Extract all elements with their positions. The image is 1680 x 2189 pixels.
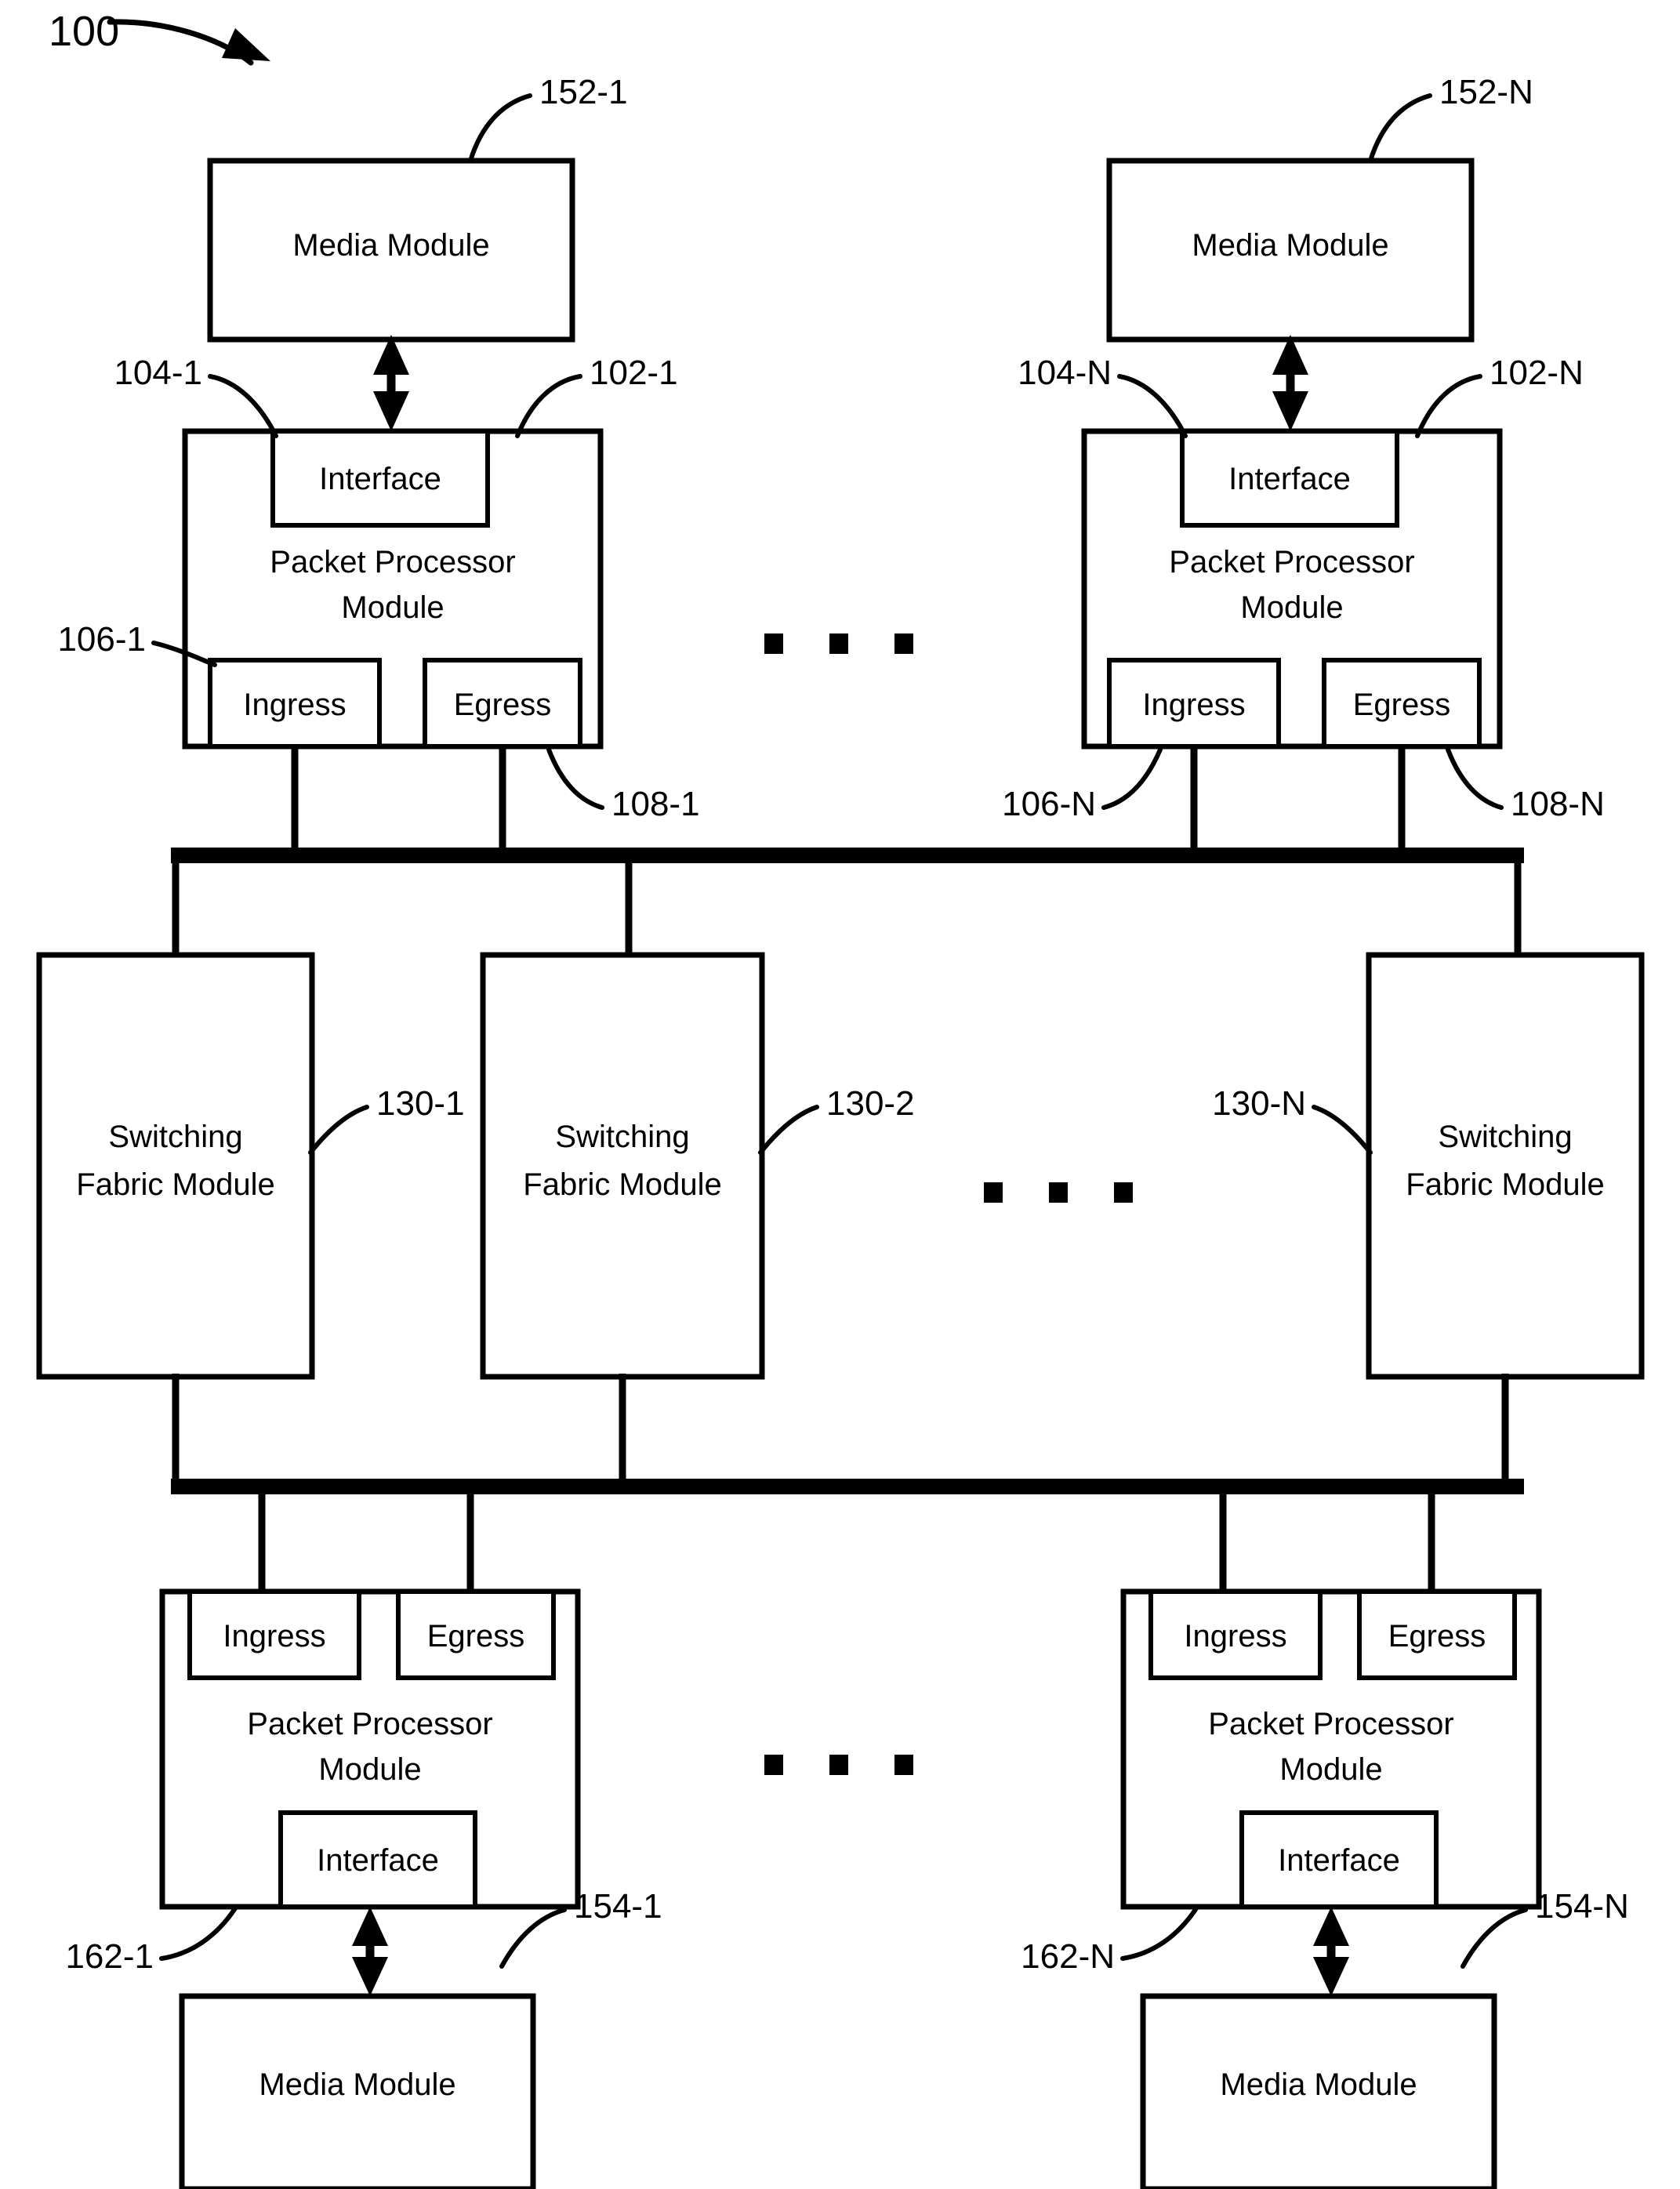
egress-label: Egress	[1353, 688, 1451, 722]
bidirectional-arrow-icon-bottom-left	[352, 1907, 388, 1996]
ref-162-n: 162-N	[1021, 1937, 1115, 1976]
egress-bottom-left[interactable]: Egress	[396, 1589, 556, 1680]
sfm-label-line2: Fabric Module	[76, 1167, 274, 1202]
sfm-label-line1: Switching	[555, 1120, 689, 1154]
ppm-label-line1: Packet Processor	[1169, 545, 1414, 579]
bidirectional-arrow-icon-top-left	[373, 335, 409, 431]
ppm-label-line1: Packet Processor	[1208, 1707, 1453, 1741]
ref-lead-130-2: 130-2	[758, 1084, 915, 1155]
switching-fabric-module-130-1[interactable]: Switching Fabric Module	[36, 952, 315, 1380]
interface-label: Interface	[319, 462, 441, 496]
ref-102-n: 102-N	[1490, 354, 1584, 392]
ellipsis-bottom-row	[764, 1755, 913, 1775]
interface-bottom-left[interactable]: Interface	[278, 1810, 477, 1909]
patent-figure: 100 Media Module 152-1 Packet Processor …	[0, 0, 1680, 2189]
ref-lead-104-n: 104-N	[1018, 354, 1188, 438]
upper-backplane-bus	[171, 848, 1524, 863]
media-module-label: Media Module	[1192, 228, 1388, 263]
ingress-106-n[interactable]: Ingress	[1107, 658, 1281, 749]
interface-bottom-right[interactable]: Interface	[1239, 1810, 1439, 1909]
lower-backplane-bus	[171, 1479, 1524, 1494]
media-module-152-n[interactable]: Media Module	[1106, 158, 1475, 343]
ref-152-1: 152-1	[539, 73, 628, 111]
ref-lead-108-1: 108-1	[546, 747, 700, 823]
ppm-label-line2: Module	[318, 1752, 421, 1787]
ref-154-1: 154-1	[574, 1887, 662, 1926]
ref-130-2: 130-2	[826, 1084, 915, 1123]
ref-lead-162-1: 162-1	[65, 1906, 238, 1976]
ref-108-1: 108-1	[611, 785, 700, 823]
sfm-label-line2: Fabric Module	[523, 1167, 721, 1202]
ref-104-1: 104-1	[114, 354, 202, 392]
ingress-bottom-right[interactable]: Ingress	[1148, 1589, 1323, 1680]
ref-130-1: 130-1	[376, 1084, 465, 1123]
ref-lead-162-n: 162-N	[1021, 1906, 1199, 1976]
bidirectional-arrow-icon-bottom-right	[1313, 1907, 1349, 1996]
media-module-154-1[interactable]: Media Module	[179, 1993, 536, 2189]
ingress-label: Ingress	[1184, 1619, 1286, 1654]
ref-106-1: 106-1	[57, 620, 146, 659]
ref-lead-108-n: 108-N	[1446, 747, 1605, 823]
sfm-label-line1: Switching	[1438, 1120, 1572, 1154]
ref-lead-130-n: 130-N	[1212, 1084, 1373, 1155]
ppm-label-line1: Packet Processor	[247, 1707, 492, 1741]
media-module-label: Media Module	[1220, 2067, 1417, 2102]
egress-label: Egress	[1388, 1619, 1486, 1654]
media-module-label: Media Module	[292, 228, 489, 263]
ingress-label: Ingress	[243, 688, 346, 722]
ref-154-n: 154-N	[1535, 1887, 1629, 1926]
interface-104-n[interactable]: Interface	[1180, 429, 1399, 528]
switching-fabric-module-130-2[interactable]: Switching Fabric Module	[480, 952, 765, 1380]
media-module-label: Media Module	[259, 2067, 455, 2102]
ppm-label-line2: Module	[341, 590, 444, 625]
ingress-106-1[interactable]: Ingress	[208, 658, 382, 749]
egress-108-n[interactable]: Egress	[1322, 658, 1482, 749]
ingress-label: Ingress	[1142, 688, 1245, 722]
egress-108-1[interactable]: Egress	[423, 658, 582, 749]
interface-label: Interface	[317, 1843, 439, 1878]
ref-lead-106-n: 106-N	[1002, 747, 1163, 823]
ref-104-n: 104-N	[1018, 354, 1112, 392]
media-module-154-n[interactable]: Media Module	[1140, 1993, 1497, 2189]
ellipsis-switching-fabric-row	[984, 1182, 1133, 1203]
ref-152-n: 152-N	[1439, 73, 1533, 111]
ref-lead-104-1: 104-1	[114, 354, 278, 438]
interface-104-1[interactable]: Interface	[270, 429, 490, 528]
media-module-152-1[interactable]: Media Module	[207, 158, 575, 343]
ref-162-1: 162-1	[65, 1937, 154, 1976]
ref-lead-152-n: 152-N	[1368, 73, 1533, 163]
egress-bottom-right[interactable]: Egress	[1357, 1589, 1517, 1680]
ingress-bottom-left[interactable]: Ingress	[187, 1589, 361, 1680]
ppm-label-line1: Packet Processor	[270, 545, 515, 579]
sfm-label-line2: Fabric Module	[1406, 1167, 1604, 1202]
ref-108-n: 108-N	[1511, 785, 1605, 823]
ref-lead-102-1: 102-1	[515, 354, 678, 438]
ref-106-n: 106-N	[1002, 785, 1096, 823]
egress-label: Egress	[454, 688, 552, 722]
ref-lead-130-1: 130-1	[308, 1084, 465, 1155]
interface-label: Interface	[1228, 462, 1351, 496]
curved-arrow-icon	[107, 19, 270, 66]
ppm-label-line2: Module	[1279, 1752, 1382, 1787]
switching-fabric-module-130-n[interactable]: Switching Fabric Module	[1366, 952, 1645, 1380]
egress-label: Egress	[427, 1619, 525, 1654]
ref-102-1: 102-1	[590, 354, 678, 392]
interface-label: Interface	[1278, 1843, 1400, 1878]
figure-canvas: 100 Media Module 152-1 Packet Processor …	[36, 8, 1645, 2189]
ppm-label-line2: Module	[1240, 590, 1343, 625]
ref-lead-152-1: 152-1	[468, 73, 628, 163]
figure-number: 100	[49, 8, 119, 55]
bidirectional-arrow-icon-top-right	[1272, 335, 1308, 431]
ingress-label: Ingress	[223, 1619, 325, 1654]
sfm-label-line1: Switching	[108, 1120, 242, 1154]
ref-130-n: 130-N	[1212, 1084, 1306, 1123]
ref-lead-102-n: 102-N	[1415, 354, 1584, 438]
ellipsis-top-row	[764, 633, 913, 654]
